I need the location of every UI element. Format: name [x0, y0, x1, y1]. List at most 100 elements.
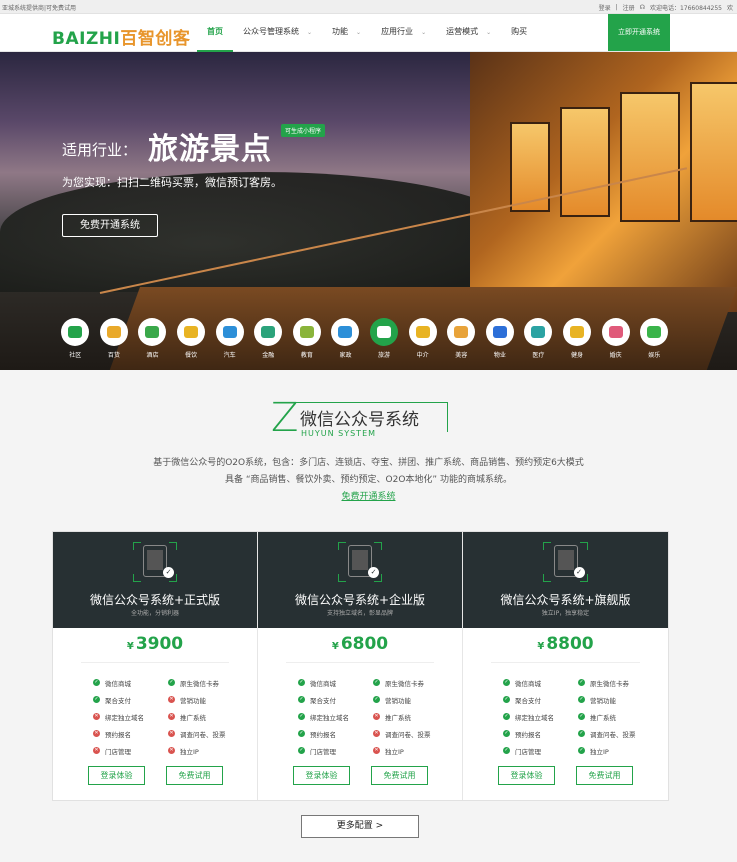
feature-item: ✕ 营销功能	[168, 691, 243, 708]
industry-icon	[524, 318, 553, 346]
feature-label: 原生微信卡券	[590, 679, 629, 688]
feature-item: ✕ 独立IP	[168, 742, 243, 759]
feature-label: 预约报名	[310, 730, 336, 739]
cross-icon: ✕	[373, 747, 380, 754]
hero-description: 为您实现：扫扫二维码买票，微信预订客房。	[62, 176, 282, 189]
feature-label: 微信商城	[310, 679, 336, 688]
plan-header: ✓ 微信公众号系统+旗舰版 独立IP，独享稳定	[463, 532, 668, 628]
register-link[interactable]: 注册	[623, 3, 635, 12]
plan-header: ✓ 微信公众号系统+正式版 全功能，分销利器	[53, 532, 257, 628]
industry-item-6[interactable]: 教育	[288, 318, 327, 359]
hero-house-image	[470, 52, 737, 312]
industry-item-4[interactable]: 汽车	[210, 318, 249, 359]
industry-icon	[447, 318, 476, 346]
feature-label: 绑定独立域名	[310, 713, 349, 722]
login-trial-button[interactable]: 登录体验	[293, 766, 350, 785]
section-title: Z 微信公众号系统 HUYUN SYSTEM	[0, 398, 737, 448]
feature-label: 聚合支付	[515, 696, 541, 705]
industry-icon	[254, 318, 283, 346]
cross-icon: ✕	[93, 747, 100, 754]
intro-line-2: 具备 “商品销售、餐饮外卖、预约预定、O2O本地化” 功能的商城系统。	[225, 475, 512, 485]
industry-label: 汽车	[223, 352, 236, 359]
nav-item-4[interactable]: 运营模式 ⌄	[436, 14, 501, 52]
industry-item-3[interactable]: 餐饮	[172, 318, 211, 359]
feature-list: ✓ 微信商城 ✓ 原生微信卡券 ✓ 聚合支付 ✓ 营销功能 ✓ 绑定独立域名 ✕ 推广系统 ✓ 预约报名 ✕…	[298, 674, 448, 759]
intro-line-1: 基于微信公众号的O2O系统，包含：多门店、连锁店、夺宝、拼团、推广系统、商品销售…	[153, 458, 584, 468]
feature-item: ✓ 微信商城	[503, 674, 578, 691]
site-header: BAIZHI百智创客 首页 公众号管理系统 ⌄ 功能 ⌄ 应用行业 ⌄ 运营模式 ⌄ 购买 立即开…	[0, 14, 737, 52]
industry-label: 旅游	[378, 352, 391, 359]
industry-item-0[interactable]: 社区	[56, 318, 95, 359]
industry-label: 百货	[107, 352, 120, 359]
corner-bracket	[133, 574, 141, 582]
industry-item-7[interactable]: 家政	[326, 318, 365, 359]
nav-item-0[interactable]: 首页	[197, 14, 233, 52]
industry-item-5[interactable]: 金融	[249, 318, 288, 359]
nav-item-label: 首页	[207, 27, 223, 36]
phone-icon: ✓	[348, 545, 379, 578]
industry-item-12[interactable]: 医疗	[519, 318, 558, 359]
free-trial-button[interactable]: 免费试用	[576, 766, 633, 785]
login-link[interactable]: 登录	[599, 3, 611, 12]
feature-label: 营销功能	[590, 696, 616, 705]
top-notice: 亚城系统提供商|可免费试用	[2, 5, 77, 12]
industry-item-1[interactable]: 百货	[95, 318, 134, 359]
more-config-button[interactable]: 更多配置 >	[301, 815, 419, 838]
industry-icon	[485, 318, 514, 346]
intro-open-link[interactable]: 免费开通系统	[341, 492, 395, 502]
plan-subtitle: 全功能，分销利器	[130, 610, 179, 617]
feature-label: 门店管理	[310, 747, 336, 756]
plan-name: 微信公众号系统+企业版	[294, 593, 426, 607]
check-icon: ✓	[578, 713, 585, 720]
industry-item-15[interactable]: 娱乐	[635, 318, 674, 359]
hero-open-button[interactable]: 免费开通系统	[62, 214, 158, 237]
feature-item: ✓ 聚合支付	[503, 691, 578, 708]
feature-item: ✓ 调查问卷、投票	[578, 725, 653, 742]
free-trial-button[interactable]: 免费试用	[166, 766, 223, 785]
feature-label: 门店管理	[105, 747, 131, 756]
industry-item-10[interactable]: 美容	[442, 318, 481, 359]
industry-item-9[interactable]: 中介	[403, 318, 442, 359]
chevron-down-icon: ⌄	[356, 29, 362, 36]
feature-item: ✓ 推广系统	[578, 708, 653, 725]
feature-label: 营销功能	[180, 696, 206, 705]
nav-item-2[interactable]: 功能 ⌄	[322, 14, 371, 52]
feature-item: ✕ 门店管理	[93, 742, 168, 759]
industry-item-13[interactable]: 健身	[558, 318, 597, 359]
plan-subtitle: 独立IP，独享稳定	[541, 610, 590, 617]
feature-item: ✓ 原生微信卡券	[578, 674, 653, 691]
feature-item: ✓ 门店管理	[298, 742, 373, 759]
industry-label: 美容	[455, 352, 468, 359]
nav-item-5[interactable]: 购买	[501, 14, 537, 52]
free-trial-button[interactable]: 免费试用	[371, 766, 428, 785]
industry-item-2[interactable]: 酒店	[133, 318, 172, 359]
nav-item-3[interactable]: 应用行业 ⌄	[371, 14, 436, 52]
industry-icon	[563, 318, 592, 346]
login-trial-button[interactable]: 登录体验	[88, 766, 145, 785]
check-icon: ✓	[578, 747, 585, 754]
feature-item: ✕ 调查问卷、投票	[373, 725, 448, 742]
site-logo[interactable]: BAIZHI百智创客	[52, 24, 190, 49]
industry-item-11[interactable]: 物业	[481, 318, 520, 359]
nav-item-1[interactable]: 公众号管理系统 ⌄	[233, 14, 322, 52]
feature-label: 绑定独立域名	[105, 713, 144, 722]
check-icon: ✓	[298, 730, 305, 737]
currency-symbol: ¥	[537, 641, 545, 652]
check-icon: ✓	[298, 713, 305, 720]
industry-label: 酒店	[146, 352, 159, 359]
section-heading: 微信公众号系统	[300, 410, 419, 430]
industry-item-8[interactable]: 旅游	[365, 318, 404, 359]
login-trial-button[interactable]: 登录体验	[498, 766, 555, 785]
open-system-button[interactable]: 立即开通系统	[608, 14, 670, 51]
industry-item-14[interactable]: 婚庆	[596, 318, 635, 359]
plan-name: 微信公众号系统+正式版	[89, 593, 221, 607]
feature-item: ✓ 绑定独立域名	[298, 708, 373, 725]
feature-label: 绑定独立域名	[515, 713, 554, 722]
feature-label: 门店管理	[515, 747, 541, 756]
feature-label: 微信商城	[515, 679, 541, 688]
section-subheading: HUYUN SYSTEM	[301, 429, 377, 438]
industry-label: 金融	[262, 352, 275, 359]
industry-icon	[640, 318, 669, 346]
top-account-links: 登录 | 注册 ☊ 欢迎电话：17660844255 欢	[599, 3, 733, 12]
price-value: 6800	[340, 634, 389, 654]
